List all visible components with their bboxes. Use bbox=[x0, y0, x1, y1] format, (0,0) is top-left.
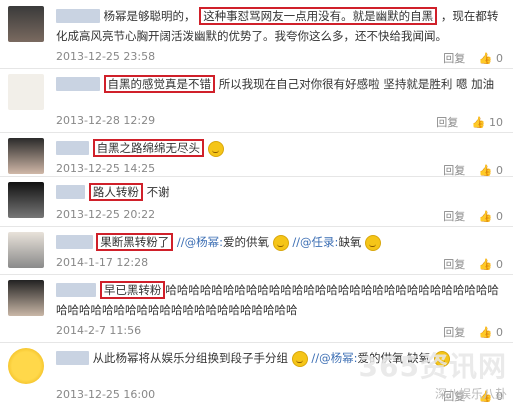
comment-actions: 回复 👍 0 bbox=[433, 50, 503, 66]
highlight-box: 自黑的感觉真是不错 bbox=[103, 75, 216, 93]
reply-link[interactable]: 回复 bbox=[443, 324, 465, 340]
highlight-box: 路人转粉 bbox=[88, 183, 143, 201]
timestamp: 2013-12-25 16:00 bbox=[56, 388, 156, 401]
timestamp: 2014-1-17 12:28 bbox=[56, 256, 149, 269]
comment-item: 自黑的感觉真是不错 所以我现在自己对你很有好感啦 坚持就是胜利 嗯 加油 201… bbox=[0, 68, 513, 133]
timestamp: 2013-12-25 14:25 bbox=[56, 162, 156, 175]
reply-link[interactable]: 回复 bbox=[436, 114, 458, 130]
like-button[interactable]: 👍 0 bbox=[479, 258, 503, 271]
like-button[interactable]: 👍 0 bbox=[479, 210, 503, 223]
avatar[interactable] bbox=[8, 280, 44, 316]
timestamp: 2014-2-7 11:56 bbox=[56, 324, 142, 337]
smile-emoji-icon bbox=[291, 350, 308, 367]
username[interactable] bbox=[56, 185, 86, 199]
comment-text: 杨幂是够聪明的， 这种事怼骂网友一点用没有。就是幽默的自黑 ，现在都转化成高风亮… bbox=[56, 6, 505, 46]
avatar[interactable] bbox=[8, 6, 44, 42]
avatar[interactable] bbox=[8, 182, 44, 218]
mention-link[interactable]: //@任录: bbox=[292, 235, 338, 249]
comment-item: 路人转粉 不谢 2013-12-25 20:22 回复 👍 0 bbox=[0, 176, 513, 227]
comment-item: 自黑之路绵绵无尽头 2013-12-25 14:25 回复 👍 0 bbox=[0, 132, 513, 177]
smile-emoji-icon bbox=[365, 234, 382, 251]
comment-item: 果断黑转粉了 //@杨幂:爱的供氧 //@任录:缺氧 2014-1-17 12:… bbox=[0, 226, 513, 275]
comment-body: 从此杨幂将从娱乐分组换到段子手分组 bbox=[92, 351, 289, 365]
avatar[interactable] bbox=[8, 74, 44, 110]
highlight-box: 这种事怼骂网友一点用没有。就是幽默的自黑 bbox=[199, 7, 438, 25]
mention-link[interactable]: //@杨幂: bbox=[311, 351, 357, 365]
comment-body: 缺氧 bbox=[338, 235, 362, 249]
comment-actions: 回复 👍 0 bbox=[433, 324, 503, 340]
comment-actions: 回复 👍 0 bbox=[433, 208, 503, 224]
avatar[interactable] bbox=[8, 232, 44, 268]
username[interactable] bbox=[56, 77, 100, 91]
smile-emoji-icon bbox=[207, 140, 224, 157]
avatar[interactable] bbox=[8, 138, 44, 174]
comment-body: 爱的供氧 bbox=[223, 235, 269, 249]
comment-text: 自黑的感觉真是不错 所以我现在自己对你很有好感啦 坚持就是胜利 嗯 加油 bbox=[56, 74, 505, 94]
reply-link[interactable]: 回复 bbox=[443, 50, 465, 66]
comment-actions: 回复 👍 10 bbox=[426, 114, 503, 130]
comment-item: 杨幂是够聪明的， 这种事怼骂网友一点用没有。就是幽默的自黑 ，现在都转化成高风亮… bbox=[0, 0, 513, 69]
comment-actions: 回复 👍 0 bbox=[433, 256, 503, 272]
comment-body: 杨幂是够聪明的， bbox=[103, 9, 196, 23]
comment-text: 自黑之路绵绵无尽头 bbox=[56, 138, 505, 158]
watermark-subtitle: 深八娱乐八卦 bbox=[434, 387, 507, 401]
reply-link[interactable]: 回复 bbox=[443, 256, 465, 272]
comment-item: 早已黑转粉 哈哈哈哈哈哈哈哈哈哈哈哈哈哈哈哈哈哈哈哈哈哈哈哈哈哈哈哈哈哈哈哈哈哈哈… bbox=[0, 274, 513, 343]
like-button[interactable]: 👍 10 bbox=[472, 116, 503, 129]
username[interactable] bbox=[56, 9, 100, 23]
reply-link[interactable]: 回复 bbox=[443, 208, 465, 224]
comment-text: 路人转粉 不谢 bbox=[56, 182, 505, 202]
highlight-box: 自黑之路绵绵无尽头 bbox=[92, 139, 205, 157]
highlight-box: 果断黑转粉了 bbox=[96, 233, 174, 251]
comment-text: 早已黑转粉 哈哈哈哈哈哈哈哈哈哈哈哈哈哈哈哈哈哈哈哈哈哈哈哈哈哈哈哈哈哈哈哈哈哈哈… bbox=[56, 280, 505, 320]
comment-list: 杨幂是够聪明的， 这种事怼骂网友一点用没有。就是幽默的自黑 ，现在都转化成高风亮… bbox=[0, 0, 513, 408]
timestamp: 2013-12-28 12:29 bbox=[56, 114, 156, 127]
timestamp: 2013-12-25 23:58 bbox=[56, 50, 156, 63]
like-button[interactable]: 👍 0 bbox=[479, 326, 503, 339]
username[interactable] bbox=[56, 283, 97, 297]
comment-body: 所以我现在自己对你很有好感啦 坚持就是胜利 嗯 加油 bbox=[218, 77, 495, 91]
avatar[interactable] bbox=[8, 348, 44, 384]
username[interactable] bbox=[56, 141, 89, 155]
comment-text: 果断黑转粉了 //@杨幂:爱的供氧 //@任录:缺氧 bbox=[56, 232, 505, 252]
highlight-box: 早已黑转粉 bbox=[99, 281, 166, 299]
timestamp: 2013-12-25 20:22 bbox=[56, 208, 156, 221]
like-button[interactable]: 👍 0 bbox=[479, 52, 503, 65]
watermark: 365资讯网 深八娱乐八卦 bbox=[359, 345, 507, 402]
watermark-title: 365资讯网 bbox=[358, 350, 507, 383]
username[interactable] bbox=[56, 351, 89, 365]
username[interactable] bbox=[56, 235, 93, 249]
comment-body: 不谢 bbox=[146, 185, 170, 199]
mention-link[interactable]: //@杨幂: bbox=[177, 235, 223, 249]
smile-emoji-icon bbox=[272, 234, 289, 251]
